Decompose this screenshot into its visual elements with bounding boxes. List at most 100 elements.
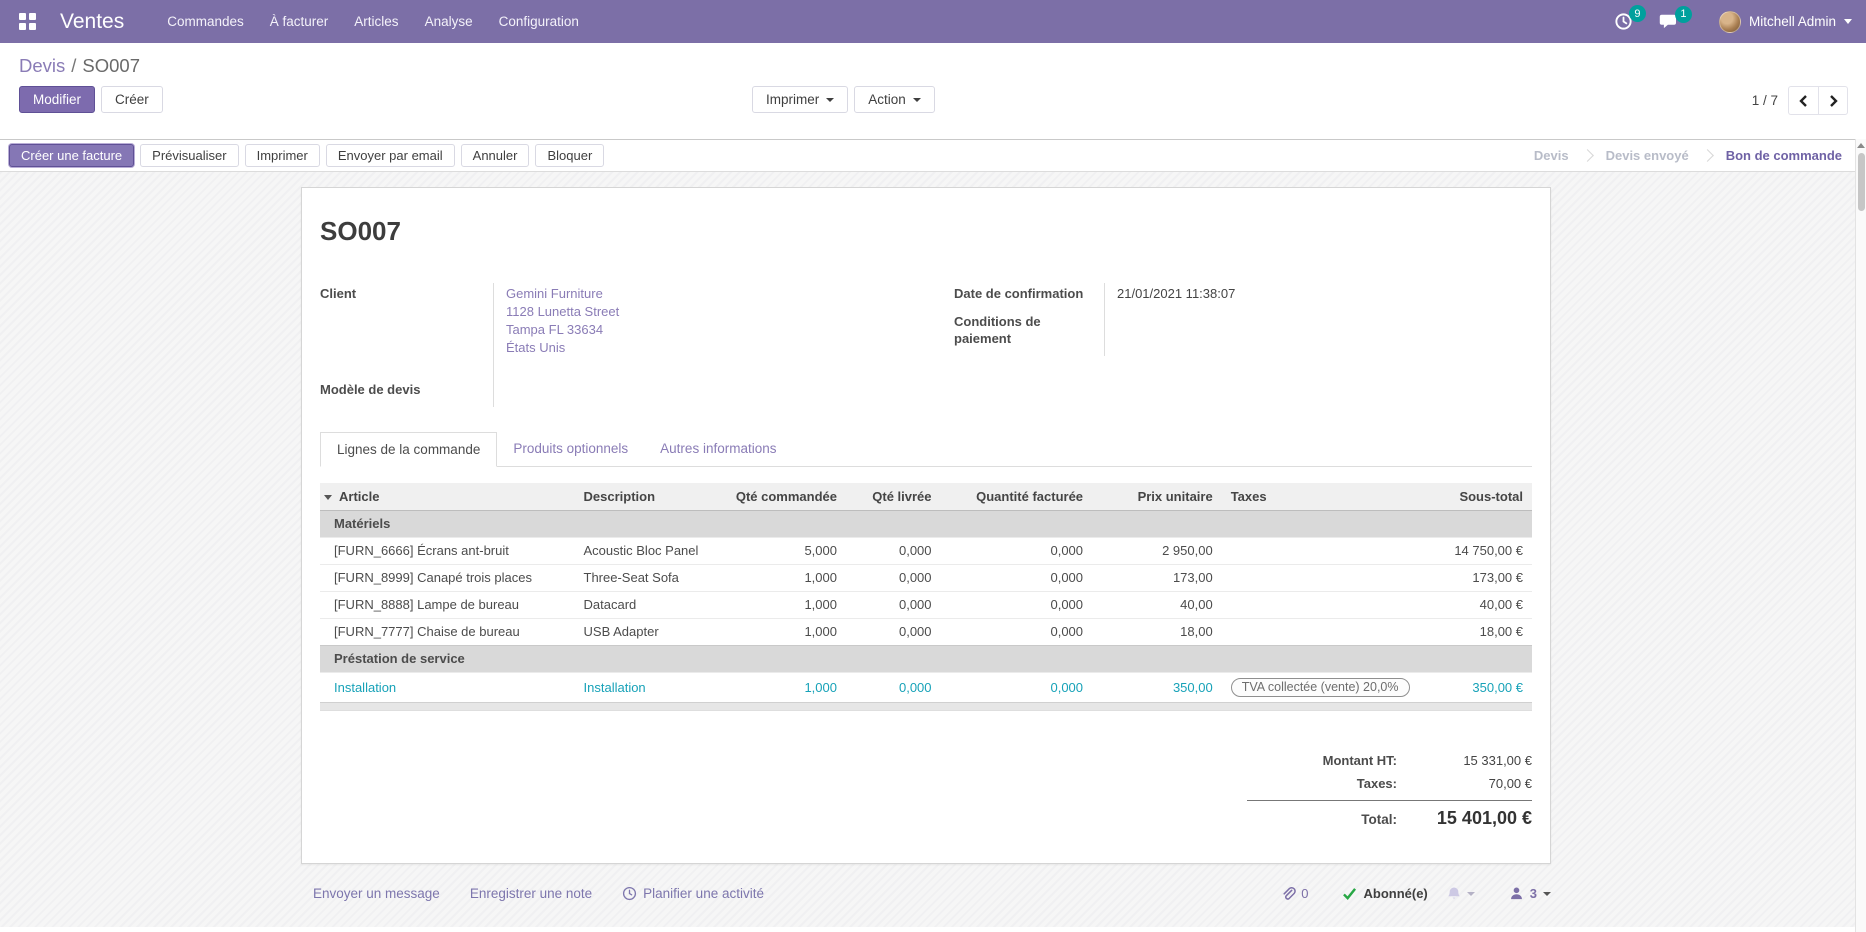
following-button[interactable]: Abonné(e) — [1342, 886, 1427, 901]
chevron-down-icon — [1543, 892, 1551, 896]
control-panel: Devis / SO007 Modifier Créer Imprimer Acti… — [0, 43, 1866, 139]
stage-bon-de-commande[interactable]: Bon de commande — [1726, 148, 1842, 163]
client-label: Client — [320, 283, 493, 379]
breadcrumb-separator: / — [71, 55, 76, 76]
table-footer-strip — [320, 702, 1532, 711]
table-row[interactable]: Installation Installation 1,000 0,000 0,… — [320, 672, 1532, 702]
activity-count-badge: 9 — [1629, 5, 1646, 22]
table-header-row: Article Description Qté commandée Qté li… — [320, 483, 1532, 511]
untaxed-amount-value: 15 331,00 € — [1397, 753, 1532, 768]
log-note-link[interactable]: Enregistrer une note — [470, 886, 592, 901]
taxes-label: Taxes: — [1357, 776, 1397, 791]
notebook-tabs: Lignes de la commande Produits optionnel… — [320, 431, 1532, 467]
action-menus: Imprimer Action — [752, 86, 935, 113]
col-qty-ordered[interactable]: Qté commandée — [718, 483, 846, 511]
payment-terms-value — [1104, 311, 1532, 356]
tab-optional-products[interactable]: Produits optionnels — [497, 432, 644, 467]
nav-item-articles[interactable]: Articles — [341, 0, 411, 43]
check-icon — [1342, 887, 1357, 900]
col-qty-delivered[interactable]: Qté livrée — [846, 483, 941, 511]
order-reference: SO007 — [320, 216, 1532, 247]
table-row[interactable]: [FURN_8999] Canapé trois places Three-Se… — [320, 564, 1532, 591]
send-email-button[interactable]: Envoyer par email — [326, 144, 455, 167]
stage-devis[interactable]: Devis — [1534, 148, 1569, 163]
table-row[interactable]: [FURN_8888] Lampe de bureau Datacard 1,0… — [320, 591, 1532, 618]
scroll-up-button[interactable] — [1856, 139, 1866, 152]
stage-arrow-icon — [1581, 149, 1594, 162]
tab-order-lines[interactable]: Lignes de la commande — [320, 432, 497, 467]
pager-previous-button[interactable] — [1788, 86, 1818, 115]
message-count-badge: 1 — [1675, 6, 1692, 23]
followers-button[interactable]: 3 — [1509, 886, 1551, 901]
messages-icon[interactable]: 1 — [1659, 13, 1679, 31]
schedule-activity-link[interactable]: Planifier une activité — [622, 886, 764, 901]
person-icon — [1509, 886, 1524, 901]
notification-bell-button[interactable] — [1446, 886, 1475, 902]
edit-button[interactable]: Modifier — [19, 86, 95, 113]
col-article[interactable]: Article — [339, 489, 379, 504]
pager-next-button[interactable] — [1818, 86, 1848, 115]
clock-icon — [622, 886, 637, 901]
attachments-button[interactable]: 0 — [1280, 886, 1308, 902]
total-value: 15 401,00 € — [1397, 808, 1532, 829]
top-navbar: Ventes Commandes À facturer Articles Ana… — [0, 0, 1866, 43]
print-button[interactable]: Imprimer — [245, 144, 320, 167]
col-subtotal[interactable]: Sous-total — [1431, 483, 1532, 511]
nav-item-a-facturer[interactable]: À facturer — [257, 0, 342, 43]
col-description[interactable]: Description — [575, 483, 718, 511]
tab-other-info[interactable]: Autres informations — [644, 432, 792, 467]
totals-divider — [1247, 800, 1532, 801]
sale-order-sheet: SO007 Client Gemini Furniture 1128 Lunet… — [301, 187, 1551, 864]
nav-item-commandes[interactable]: Commandes — [154, 0, 257, 43]
chevron-down-icon — [826, 98, 834, 102]
stage-devis-envoye[interactable]: Devis envoyé — [1606, 148, 1689, 163]
lock-button[interactable]: Bloquer — [535, 144, 604, 167]
breadcrumb: Devis / SO007 — [19, 55, 1850, 77]
create-invoice-button[interactable]: Créer une facture — [9, 144, 134, 167]
quotation-template-value — [493, 379, 898, 407]
taxes-value: 70,00 € — [1397, 776, 1532, 791]
action-menu-button[interactable]: Action — [854, 86, 935, 113]
col-qty-invoiced[interactable]: Quantité facturée — [941, 483, 1093, 511]
nav-item-configuration[interactable]: Configuration — [486, 0, 592, 43]
pager-count[interactable]: 1 / 7 — [1752, 93, 1778, 108]
chatter: Envoyer un message Enregistrer une note … — [301, 886, 1551, 902]
apps-menu-icon[interactable] — [10, 5, 44, 39]
send-message-link[interactable]: Envoyer un message — [313, 886, 440, 901]
totals-block: Montant HT: 15 331,00 € Taxes: 70,00 € T… — [1247, 749, 1532, 833]
client-address-link[interactable]: Gemini Furniture 1128 Lunetta Street Tam… — [493, 283, 898, 379]
create-button[interactable]: Créer — [101, 86, 163, 113]
quotation-template-label: Modèle de devis — [320, 379, 493, 407]
breadcrumb-current: SO007 — [82, 55, 140, 76]
tax-badge: TVA collectée (vente) 20,0% — [1231, 678, 1410, 697]
activity-clock-icon[interactable]: 9 — [1614, 12, 1633, 31]
nav-item-analyse[interactable]: Analyse — [412, 0, 486, 43]
print-menu-button[interactable]: Imprimer — [752, 86, 848, 113]
col-taxes[interactable]: Taxes — [1222, 483, 1432, 511]
paperclip-icon — [1280, 886, 1296, 902]
cancel-button[interactable]: Annuler — [461, 144, 530, 167]
table-row[interactable]: [FURN_6666] Écrans ant-bruit Acoustic Bl… — [320, 537, 1532, 564]
pager: 1 / 7 — [1752, 86, 1848, 115]
payment-terms-label: Conditions de paiement — [954, 311, 1104, 356]
table-row[interactable]: [FURN_7777] Chaise de bureau USB Adapter… — [320, 618, 1532, 645]
user-menu[interactable]: Mitchell Admin — [1719, 11, 1852, 33]
total-label: Total: — [1361, 812, 1397, 827]
chevron-down-icon — [1844, 19, 1852, 24]
app-name[interactable]: Ventes — [60, 10, 124, 34]
order-lines-table: Article Description Qté commandée Qté li… — [320, 483, 1532, 702]
collapse-caret-icon[interactable] — [324, 495, 332, 500]
confirmation-date-value: 21/01/2021 11:38:07 — [1104, 283, 1532, 311]
attachment-count: 0 — [1301, 886, 1308, 901]
chevron-down-icon — [1467, 892, 1475, 896]
confirmation-date-label: Date de confirmation — [954, 283, 1104, 311]
vertical-scrollbar[interactable] — [1855, 139, 1866, 932]
follower-count: 3 — [1530, 886, 1537, 901]
scrollbar-thumb[interactable] — [1858, 153, 1865, 211]
preview-button[interactable]: Prévisualiser — [140, 144, 238, 167]
untaxed-amount-label: Montant HT: — [1323, 753, 1397, 768]
form-view: SO007 Client Gemini Furniture 1128 Lunet… — [0, 172, 1866, 927]
col-unit-price[interactable]: Prix unitaire — [1092, 483, 1222, 511]
breadcrumb-devis-link[interactable]: Devis — [19, 55, 65, 76]
bell-icon — [1446, 886, 1462, 902]
